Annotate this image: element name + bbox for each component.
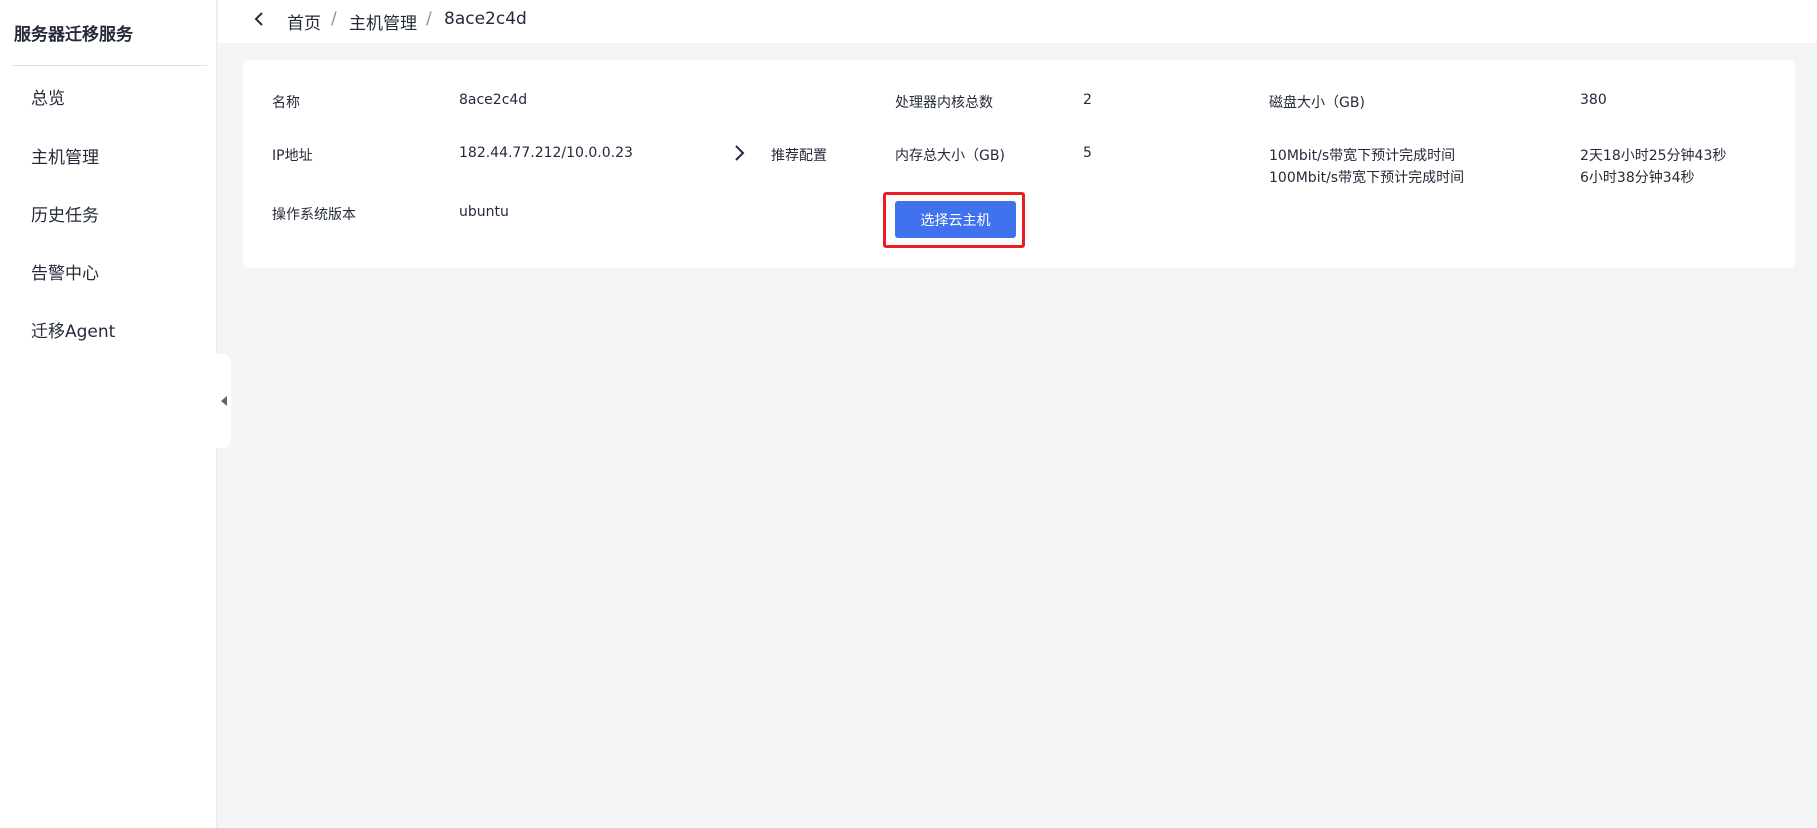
disk-label: 磁盘大小（GB)	[1269, 95, 1365, 111]
sidebar-item-history-tasks[interactable]: 历史任务	[31, 201, 99, 226]
breadcrumb-home[interactable]: 首页	[287, 9, 321, 34]
breadcrumb-separator: /	[331, 9, 337, 29]
sidebar-item-host-management[interactable]: 主机管理	[31, 143, 99, 168]
memory-label: 内存总大小（GB)	[895, 148, 1005, 164]
disk-value: 380	[1580, 92, 1607, 108]
bw100-label: 100Mbit/s带宽下预计完成时间	[1269, 170, 1465, 186]
os-value: ubuntu	[459, 204, 509, 220]
name-value: 8ace2c4d	[459, 92, 528, 108]
breadcrumb-separator: /	[426, 9, 432, 29]
recommend-label: 推荐配置	[771, 148, 827, 164]
ip-label: IP地址	[272, 148, 313, 164]
bw100-value: 6小时38分钟34秒	[1580, 170, 1695, 186]
sidebar-collapse-button[interactable]	[216, 354, 231, 448]
ip-value: 182.44.77.212/10.0.0.23	[459, 145, 633, 161]
sidebar-title: 服务器迁移服务	[14, 25, 133, 45]
bw10-value: 2天18小时25分钟43秒	[1580, 148, 1727, 164]
select-cloud-host-button[interactable]: 选择云主机	[895, 201, 1016, 238]
chevron-left-icon[interactable]	[250, 8, 268, 30]
sidebar: 服务器迁移服务 总览 主机管理 历史任务 告警中心 迁移Agent	[0, 0, 217, 828]
breadcrumb-host-management[interactable]: 主机管理	[349, 9, 417, 34]
sidebar-item-migration-agent[interactable]: 迁移Agent	[31, 317, 115, 342]
cpu-label: 处理器内核总数	[895, 95, 993, 111]
bw10-label: 10Mbit/s带宽下预计完成时间	[1269, 148, 1456, 164]
cpu-value: 2	[1083, 92, 1092, 108]
memory-value: 5	[1083, 145, 1092, 161]
breadcrumb-current: 8ace2c4d	[444, 9, 527, 29]
sidebar-divider	[12, 65, 207, 66]
sidebar-item-overview[interactable]: 总览	[31, 84, 65, 109]
os-label: 操作系统版本	[272, 207, 356, 223]
caret-left-icon	[220, 396, 227, 406]
sidebar-item-alert-center[interactable]: 告警中心	[31, 259, 99, 284]
chevron-right-icon	[735, 145, 745, 161]
name-label: 名称	[272, 95, 300, 111]
